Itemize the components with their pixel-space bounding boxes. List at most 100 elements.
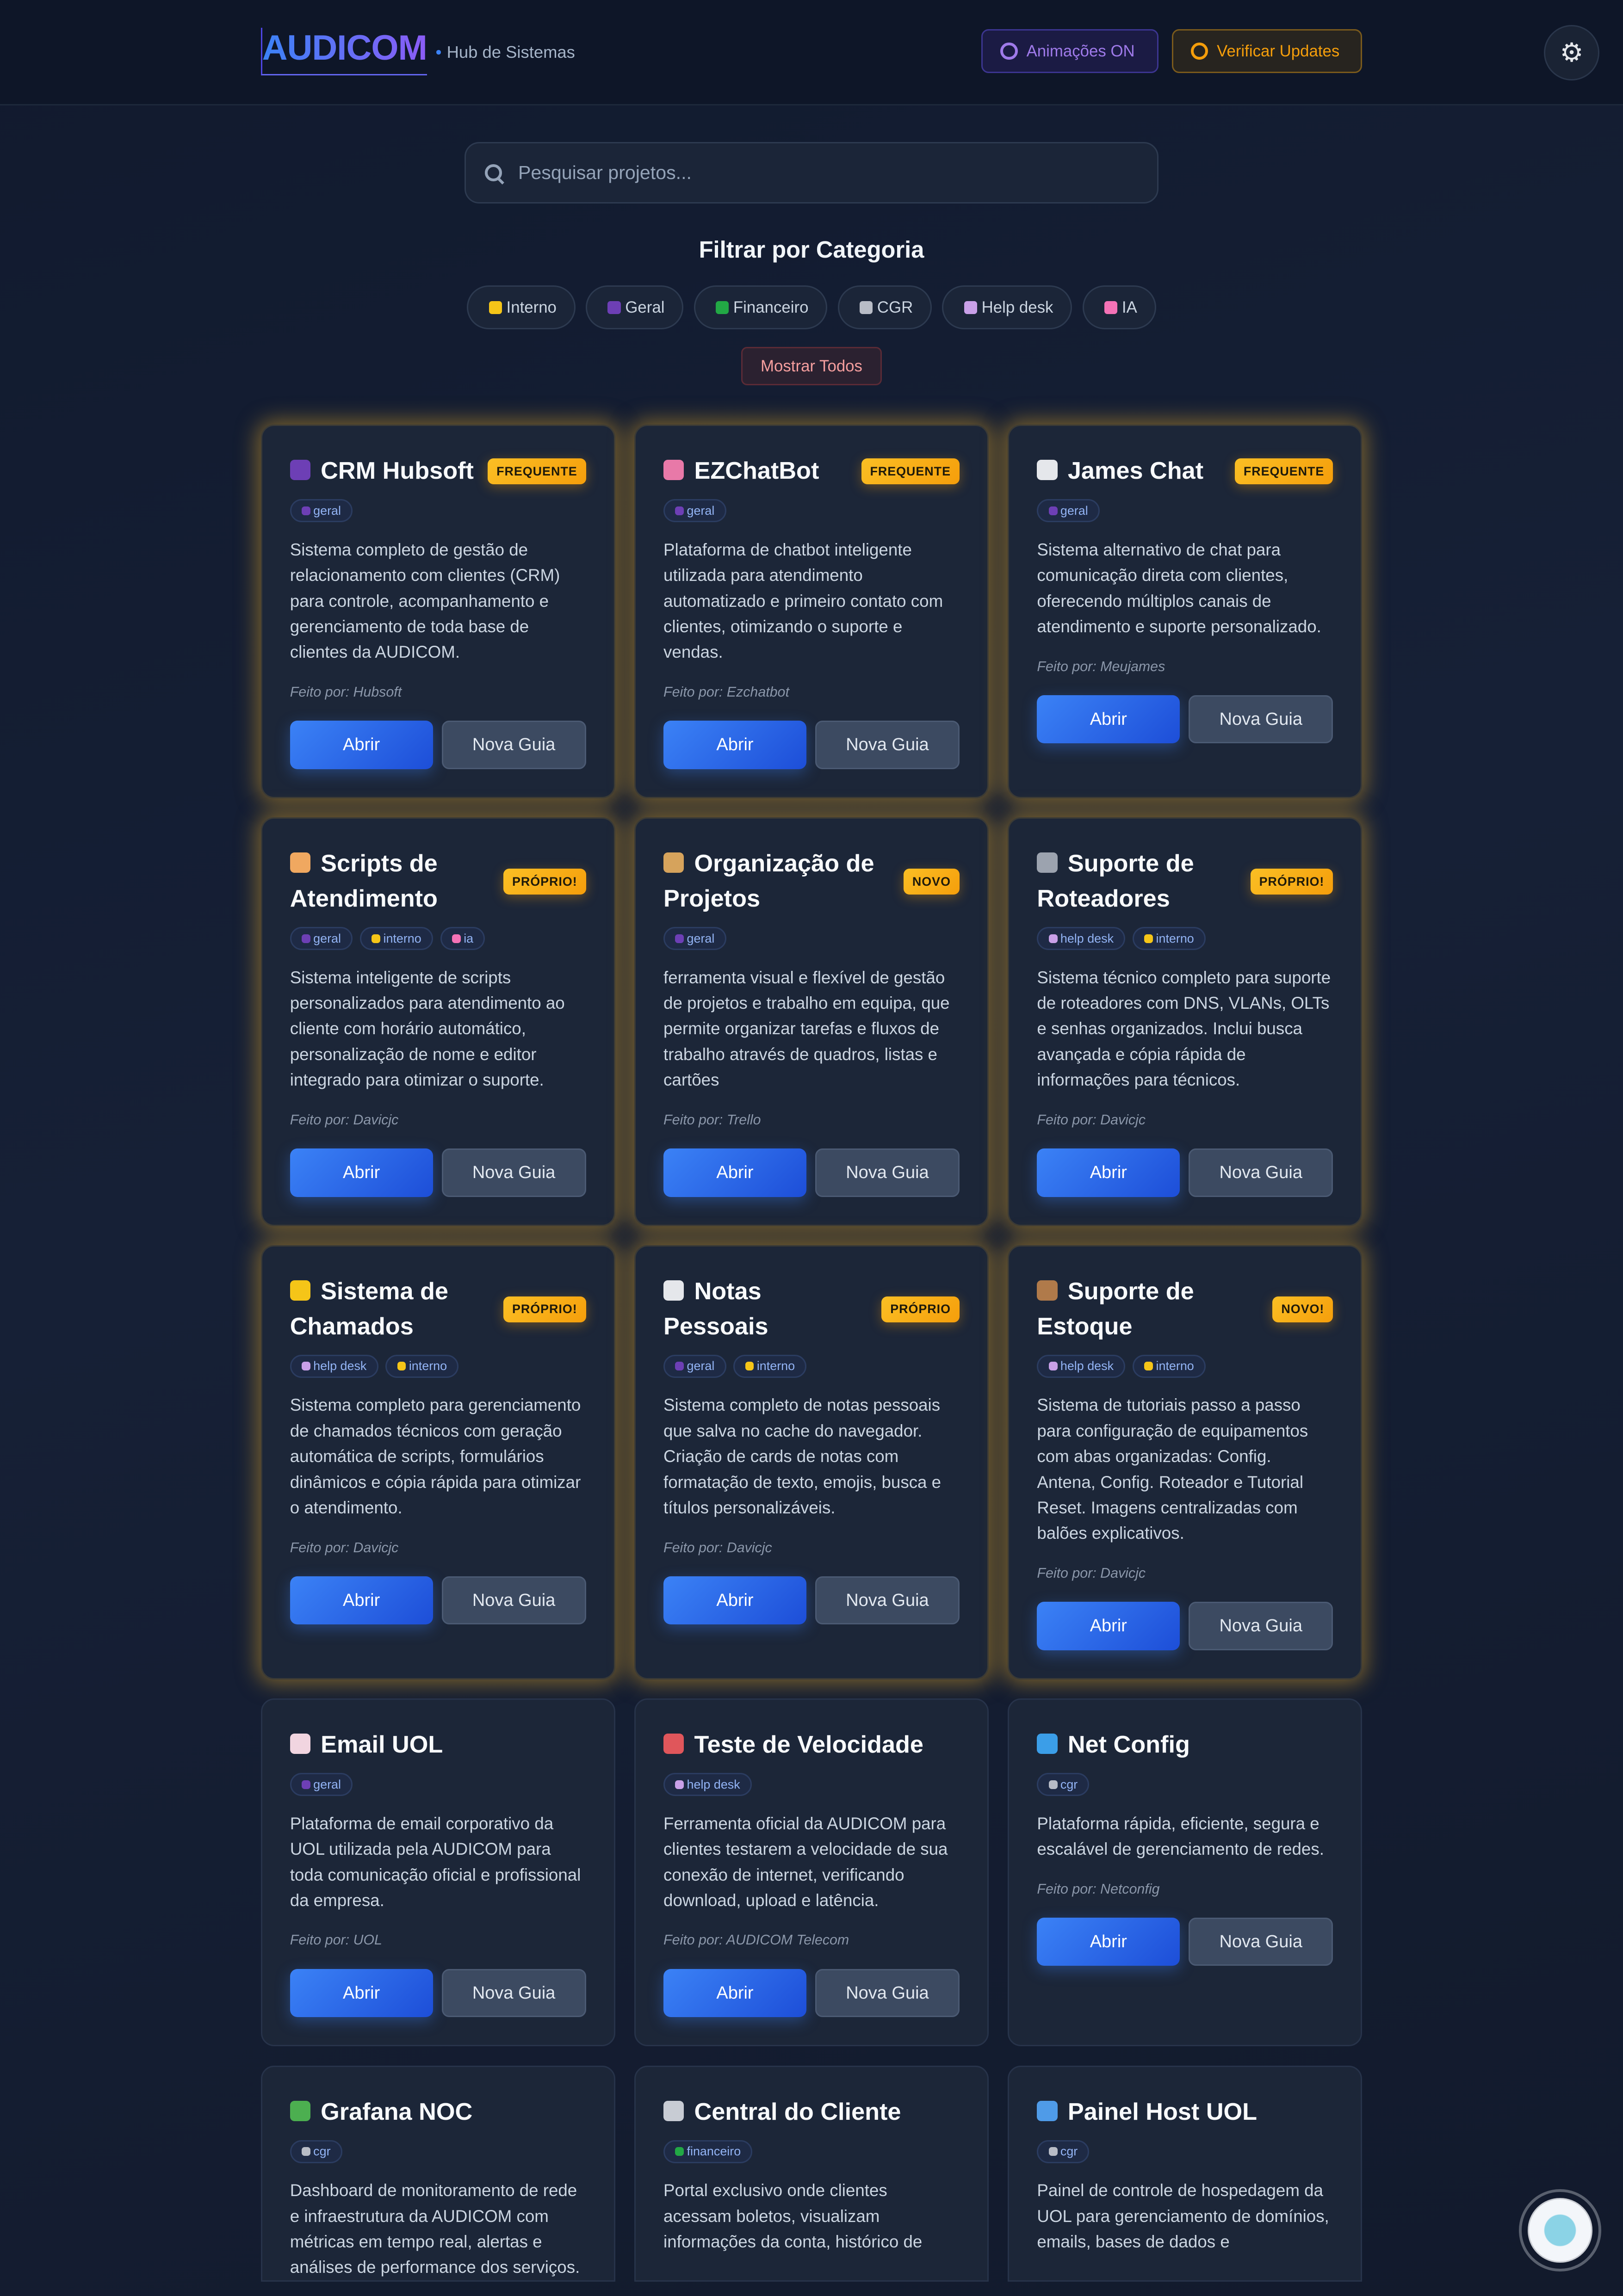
open-button[interactable]: Abrir — [290, 1969, 433, 2018]
made-by: Feito por: Davicjc — [1037, 1111, 1146, 1128]
card-title-text: EZChatBot — [694, 457, 819, 485]
new-tab-button[interactable]: Nova Guia — [815, 1576, 960, 1625]
tag-label: help desk — [687, 1777, 740, 1791]
category-tag: geral — [290, 499, 353, 523]
new-tab-button[interactable]: Nova Guia — [815, 1969, 960, 2018]
tag-label: geral — [313, 503, 341, 518]
made-by: Feito por: Trello — [663, 1111, 761, 1128]
tag-icon — [372, 934, 381, 943]
project-card: EZChatBot FREQUENTE geral Plataforma de cha… — [634, 425, 989, 798]
card-description: Dashboard de monitoramento de rede e inf… — [290, 2181, 580, 2277]
card-actions: Abrir Nova Guia — [663, 721, 960, 769]
subtitle: Hub de Sistemas — [436, 43, 575, 62]
new-tab-button[interactable]: Nova Guia — [441, 1576, 586, 1625]
tag-icon — [397, 1362, 406, 1371]
card-description: Plataforma rápida, eficiente, segura e e… — [1037, 1814, 1324, 1859]
open-button[interactable]: Abrir — [290, 721, 433, 769]
open-button[interactable]: Abrir — [663, 1969, 806, 2018]
made-by: Feito por: Hubsoft — [290, 684, 402, 700]
filter-chip-ia[interactable]: IA — [1082, 285, 1156, 330]
tag-icon — [675, 934, 684, 943]
tag-label: geral — [1060, 503, 1088, 518]
open-button[interactable]: Abrir — [663, 1576, 806, 1625]
card-title-text: Grafana NOC — [321, 2098, 473, 2125]
logo[interactable]: AUDICOM — [260, 28, 427, 75]
project-card: Suporte de Estoque NOVO! help desk interno S… — [1008, 1245, 1363, 1679]
status-badge: FREQUENTE — [488, 458, 586, 485]
card-tags: help desk interno — [1037, 1355, 1333, 1378]
card-tags: geral — [1037, 499, 1333, 523]
card-title: Grafana NOC — [290, 2095, 586, 2130]
tag-icon — [301, 1780, 310, 1789]
new-tab-button[interactable]: Nova Guia — [441, 1148, 586, 1197]
filter-chip-help-desk[interactable]: Help desk — [942, 285, 1072, 330]
card-description: Sistema completo de gestão de relacionam… — [290, 540, 560, 662]
card-header: James Chat FREQUENTE — [1037, 454, 1333, 489]
card-actions: Abrir Nova Guia — [1037, 1917, 1333, 1966]
computer-icon — [1037, 2100, 1058, 2121]
card-tags: geral — [663, 927, 960, 950]
open-button[interactable]: Abrir — [1037, 695, 1180, 744]
card-actions: Abrir Nova Guia — [1037, 695, 1333, 744]
card-description: Sistema completo para gerenciamento de c… — [290, 1395, 581, 1518]
speech-bubble-icon — [1037, 460, 1058, 481]
new-tab-button[interactable]: Nova Guia — [1189, 1148, 1333, 1197]
open-button[interactable]: Abrir — [1037, 1602, 1180, 1650]
filter-chip-financeiro[interactable]: Financeiro — [694, 285, 828, 330]
new-tab-button[interactable]: Nova Guia — [441, 721, 586, 769]
new-tab-button[interactable]: Nova Guia — [1189, 1917, 1333, 1966]
category-tag: ia — [440, 927, 485, 950]
new-tab-button[interactable]: Nova Guia — [1189, 1602, 1333, 1650]
filter-chip-cgr[interactable]: CGR — [837, 285, 932, 330]
check-updates-button[interactable]: Verificar Updates — [1171, 29, 1363, 74]
card-header: Net Config — [1037, 1728, 1333, 1763]
bank-icon — [663, 2100, 684, 2121]
card-header: Email UOL — [290, 1728, 586, 1763]
animations-toggle-button[interactable]: Animações ON — [981, 29, 1159, 74]
card-title: Scripts de Atendimento — [290, 846, 492, 917]
open-button[interactable]: Abrir — [1037, 1917, 1180, 1966]
project-card: Email UOL geral Plataforma de email corpor… — [260, 1698, 615, 2047]
card-tags: geral interno — [663, 1355, 960, 1378]
card-actions: Abrir Nova Guia — [663, 1969, 960, 2018]
card-title-text: Suporte de Estoque — [1037, 1278, 1194, 1340]
show-all-button[interactable]: Mostrar Todos — [741, 347, 882, 385]
search-input[interactable] — [515, 160, 1107, 185]
tag-label: cgr — [313, 2144, 331, 2159]
search-bar — [464, 142, 1159, 204]
filter-chip-interno[interactable]: Interno — [467, 285, 576, 330]
filter-chip-label: Financeiro — [733, 298, 809, 316]
card-actions: Abrir Nova Guia — [1037, 1602, 1333, 1650]
new-tab-button[interactable]: Nova Guia — [815, 1148, 960, 1197]
category-tag: cgr — [1037, 2140, 1090, 2163]
filter-chip-geral[interactable]: Geral — [586, 285, 684, 330]
open-button[interactable]: Abrir — [663, 721, 806, 769]
category-tag: geral — [1037, 499, 1100, 523]
tag-icon — [301, 1362, 310, 1371]
assistant-button[interactable] — [1519, 2189, 1601, 2271]
tag-label: interno — [1156, 931, 1194, 945]
settings-button[interactable]: ⚙ — [1544, 25, 1600, 80]
new-tab-button[interactable]: Nova Guia — [815, 721, 960, 769]
card-title: Suporte de Estoque — [1037, 1274, 1261, 1345]
card-header: Notas Pessoais PRÓPRIO — [663, 1274, 960, 1345]
tag-label: cgr — [1060, 1777, 1078, 1791]
status-badge: PRÓPRIO! — [1250, 868, 1333, 895]
project-card: Suporte de Roteadores PRÓPRIO! help desk in… — [1008, 817, 1363, 1226]
open-button[interactable]: Abrir — [290, 1576, 433, 1625]
card-header: EZChatBot FREQUENTE — [663, 454, 960, 489]
card-tags: cgr — [1037, 1773, 1333, 1796]
refresh-icon — [1190, 43, 1208, 60]
filter-chip-label: CGR — [877, 298, 913, 316]
tag-icon — [452, 934, 461, 943]
new-tab-button[interactable]: Nova Guia — [441, 1969, 586, 2018]
card-title-text: Email UOL — [321, 1731, 443, 1759]
open-button[interactable]: Abrir — [290, 1148, 433, 1197]
rocket-icon — [663, 1734, 684, 1754]
envelope-icon — [290, 1734, 311, 1754]
new-tab-button[interactable]: Nova Guia — [1189, 695, 1333, 744]
card-title: Organização de Projetos — [663, 846, 892, 917]
open-button[interactable]: Abrir — [1037, 1148, 1180, 1197]
card-title-text: Teste de Velocidade — [694, 1731, 923, 1759]
open-button[interactable]: Abrir — [663, 1148, 806, 1197]
